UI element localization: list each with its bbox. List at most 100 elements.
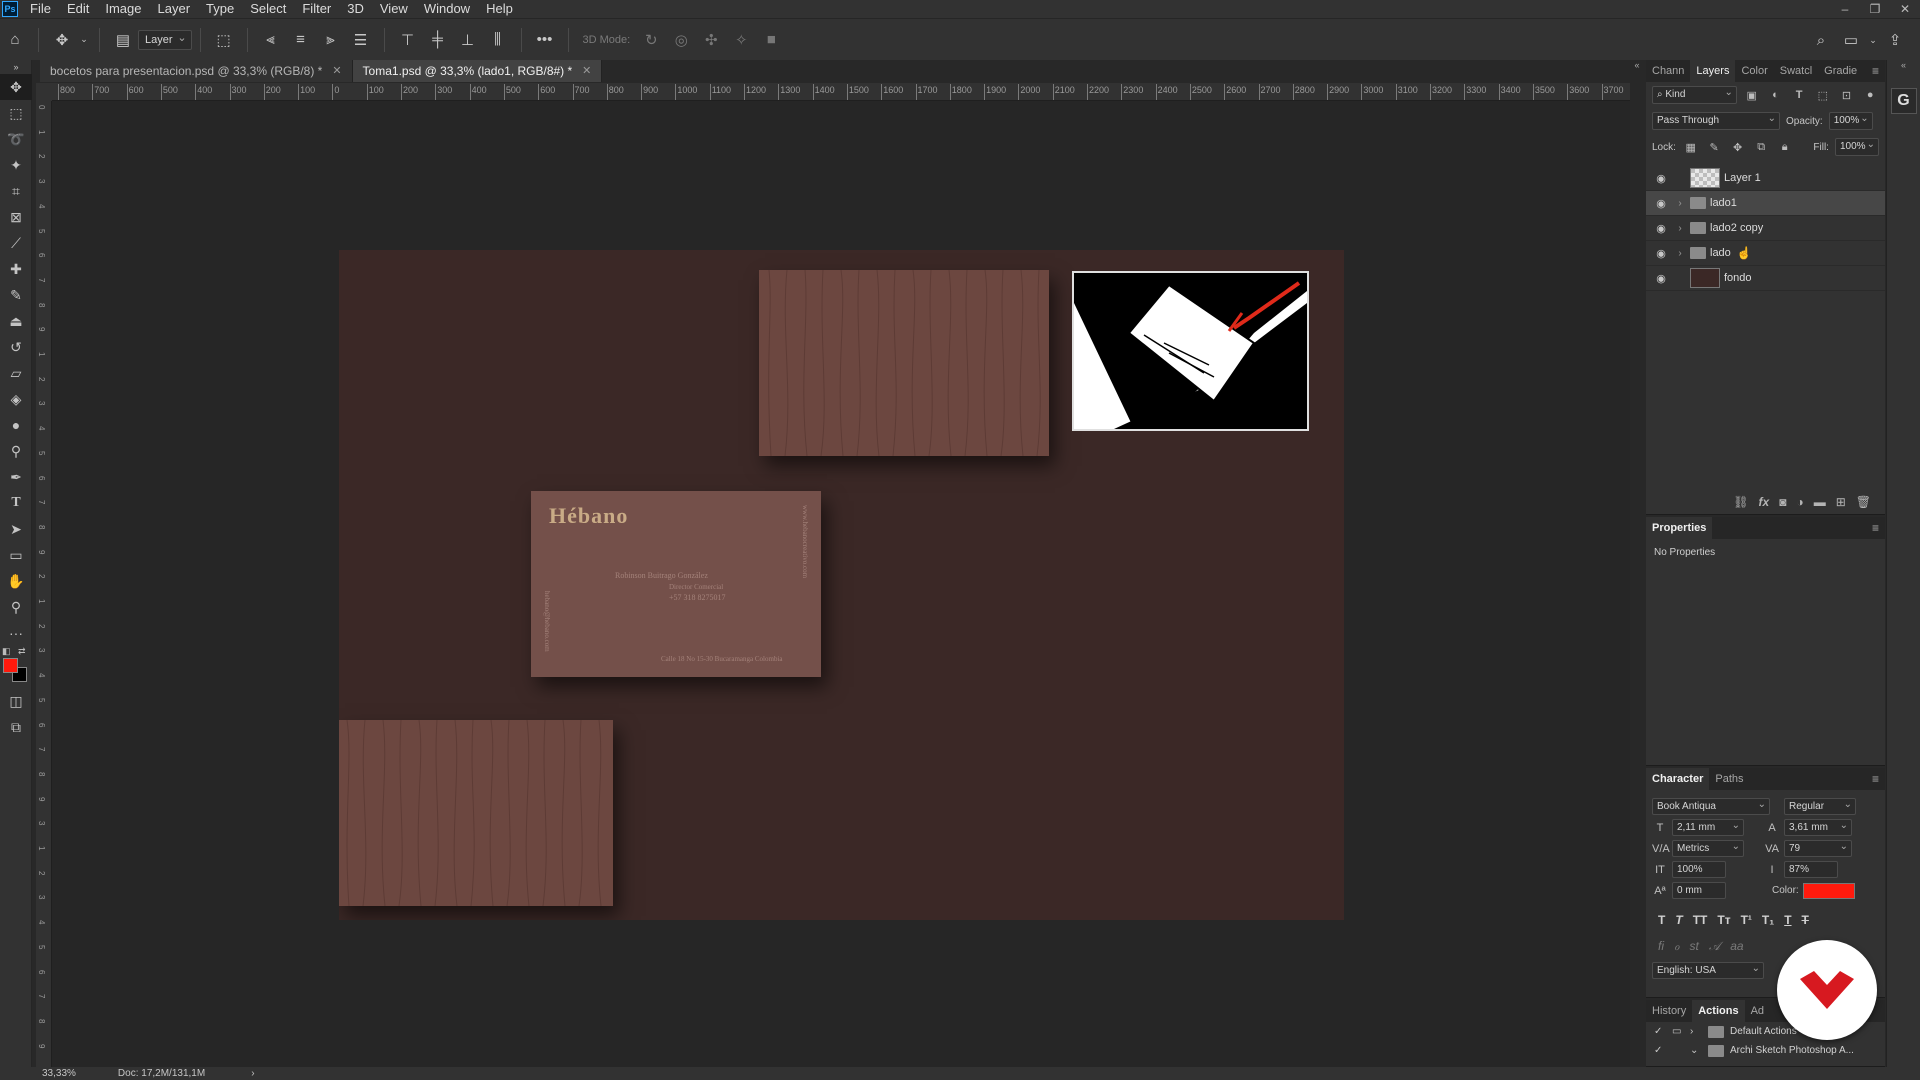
check-icon[interactable]: ✓ bbox=[1654, 1045, 1666, 1056]
3d-camera-icon[interactable]: ■ bbox=[758, 27, 784, 53]
tab-gradients[interactable]: Gradie bbox=[1818, 60, 1863, 82]
collapse-icon[interactable]: « bbox=[1887, 60, 1920, 70]
action-set-row[interactable]: ✓ ⌄ Archi Sketch Photoshop A... bbox=[1646, 1041, 1885, 1060]
tab-properties[interactable]: Properties bbox=[1646, 517, 1713, 539]
baseline-shift-field[interactable]: 0 mm bbox=[1672, 882, 1726, 899]
menu-file[interactable]: File bbox=[22, 0, 59, 18]
layer-row-fondo[interactable]: ◉ fondo bbox=[1646, 266, 1885, 291]
vertical-ruler[interactable]: 0 1 2 3 4 5 6 7 8 9 1 2 3 4 5 6 7 8 9 2 1 2 3 4 5 6 7 8 9 3 1 2 3 4 5 6 7 8 9 bbox=[36, 101, 52, 1067]
crop-tool-icon[interactable]: ⌗ bbox=[0, 178, 32, 204]
foreground-color-swatch[interactable] bbox=[3, 658, 18, 673]
leading-field[interactable]: 3,61 mm bbox=[1784, 818, 1852, 836]
menu-help[interactable]: Help bbox=[478, 0, 521, 18]
chevron-down-icon[interactable]: ⌄ bbox=[79, 27, 89, 53]
history-brush-tool-icon[interactable]: ↺ bbox=[0, 334, 32, 360]
tab-color[interactable]: Color bbox=[1735, 60, 1773, 82]
eyedropper-tool-icon[interactable]: ⟋ bbox=[0, 230, 32, 256]
stamp-tool-icon[interactable]: ⏏ bbox=[0, 308, 32, 334]
new-group-icon[interactable]: ▬ bbox=[1814, 495, 1826, 509]
minimize-icon[interactable]: – bbox=[1830, 0, 1860, 18]
magic-wand-tool-icon[interactable]: ✦ bbox=[0, 152, 32, 178]
menu-view[interactable]: View bbox=[372, 0, 416, 18]
menu-edit[interactable]: Edit bbox=[59, 0, 97, 18]
fx-icon[interactable]: fx bbox=[1759, 495, 1770, 509]
align-middle-icon[interactable]: ╪ bbox=[425, 27, 451, 53]
trash-icon[interactable]: 🗑︎ bbox=[1856, 495, 1871, 509]
underline-icon[interactable]: T bbox=[1784, 913, 1791, 927]
visibility-eye-icon[interactable]: ◉ bbox=[1652, 194, 1670, 212]
close-icon[interactable]: ✕ bbox=[1890, 0, 1920, 18]
panel-menu-icon[interactable]: ≡ bbox=[1872, 60, 1879, 82]
canvas-area[interactable]: Hébano Robinson Buitrago González Direct… bbox=[52, 101, 1630, 1067]
menu-layer[interactable]: Layer bbox=[150, 0, 199, 18]
lock-transparent-icon[interactable]: ▦ bbox=[1682, 138, 1700, 156]
chevron-right-icon[interactable]: › bbox=[1674, 198, 1686, 209]
swap-colors-icon[interactable]: ⇄ bbox=[18, 646, 26, 657]
chevron-right-icon[interactable]: › bbox=[1674, 223, 1686, 234]
align-bottom-icon[interactable]: ⊥ bbox=[455, 27, 481, 53]
screen-mode-icon[interactable]: ⧉ bbox=[0, 714, 32, 740]
close-icon[interactable]: ✕ bbox=[582, 60, 591, 82]
hand-tool-icon[interactable]: ✋ bbox=[0, 568, 32, 594]
new-layer-icon[interactable]: ⊞ bbox=[1836, 495, 1846, 509]
3d-orbit-icon[interactable]: ↻ bbox=[638, 27, 664, 53]
close-icon[interactable]: ✕ bbox=[332, 60, 341, 82]
pen-tool-icon[interactable]: ✒ bbox=[0, 464, 32, 490]
menu-image[interactable]: Image bbox=[97, 0, 149, 18]
visibility-eye-icon[interactable]: ◉ bbox=[1652, 169, 1670, 187]
auto-select-target-select[interactable]: Layer bbox=[138, 29, 192, 50]
add-mask-icon[interactable]: ◙ bbox=[1779, 495, 1786, 509]
layer-row-lado[interactable]: ◉ › lado ☝ bbox=[1646, 241, 1885, 266]
filter-smartobject-icon[interactable]: ⊡ bbox=[1838, 86, 1856, 104]
visibility-eye-icon[interactable]: ◉ bbox=[1652, 219, 1670, 237]
collapse-icon[interactable]: « bbox=[1630, 60, 1644, 70]
frame-tool-icon[interactable]: ⊠ bbox=[0, 204, 32, 230]
chevron-down-icon[interactable]: ⌄ bbox=[1690, 1045, 1702, 1056]
3d-slide-icon[interactable]: ✧ bbox=[728, 27, 754, 53]
superscript-icon[interactable]: T¹ bbox=[1741, 913, 1752, 927]
3d-roll-icon[interactable]: ◎ bbox=[668, 27, 694, 53]
panel-menu-icon[interactable]: ≡ bbox=[1872, 768, 1879, 790]
ligatures-icon[interactable]: fi bbox=[1658, 939, 1664, 954]
menu-3d[interactable]: 3D bbox=[339, 0, 372, 18]
lasso-tool-icon[interactable]: ➰ bbox=[0, 126, 32, 152]
document-canvas[interactable]: Hébano Robinson Buitrago González Direct… bbox=[339, 250, 1344, 920]
layer-row-lado2-copy[interactable]: ◉ › lado2 copy bbox=[1646, 216, 1885, 241]
menu-select[interactable]: Select bbox=[242, 0, 294, 18]
glyphs-panel-icon[interactable]: G bbox=[1890, 88, 1917, 114]
shape-tool-icon[interactable]: ▭ bbox=[0, 542, 32, 568]
transform-controls-icon[interactable]: ⬚ bbox=[211, 27, 237, 53]
layer-row-lado1[interactable]: ◉ › lado1 bbox=[1646, 191, 1885, 216]
blend-mode-select[interactable]: Pass Through bbox=[1652, 111, 1780, 130]
titling-icon[interactable]: aa bbox=[1730, 939, 1743, 954]
kind-filter-select[interactable]: ⌕ Kind bbox=[1652, 85, 1737, 104]
filter-adjustment-icon[interactable]: ◐ bbox=[1767, 86, 1785, 104]
blur-tool-icon[interactable]: ● bbox=[0, 412, 32, 438]
restore-icon[interactable]: ❐ bbox=[1860, 0, 1890, 18]
contextual-icon[interactable]: st bbox=[1690, 939, 1699, 954]
distribute-vertical-icon[interactable]: ⫼ bbox=[485, 27, 511, 53]
marquee-tool-icon[interactable]: ⬚ bbox=[0, 100, 32, 126]
filter-toggle-icon[interactable]: ● bbox=[1861, 86, 1879, 104]
subscript-icon[interactable]: T₁ bbox=[1762, 913, 1774, 927]
faux-bold-icon[interactable]: T bbox=[1658, 913, 1665, 927]
zoom-level[interactable]: 33,33% bbox=[42, 1068, 76, 1079]
menu-type[interactable]: Type bbox=[198, 0, 242, 18]
font-size-field[interactable]: 2,11 mm bbox=[1672, 818, 1744, 836]
layer-row-layer1[interactable]: ◉ Layer 1 bbox=[1646, 166, 1885, 191]
search-icon[interactable]: ⌕ bbox=[1808, 27, 1834, 53]
doc-tab-bocetos[interactable]: bocetos para presentacion.psd @ 33,3% (R… bbox=[40, 60, 353, 82]
eraser-tool-icon[interactable]: ▱ bbox=[0, 360, 32, 386]
doc-tab-toma1[interactable]: Toma1.psd @ 33,3% (lado1, RGB/8#) * ✕ bbox=[352, 60, 603, 82]
workspace-icon[interactable]: ▭ bbox=[1838, 27, 1864, 53]
paint-bucket-tool-icon[interactable]: ◈ bbox=[0, 386, 32, 412]
default-colors-icon[interactable]: ◧ bbox=[2, 646, 11, 657]
share-icon[interactable]: ⇪ bbox=[1882, 27, 1908, 53]
font-style-select[interactable]: Regular bbox=[1784, 797, 1856, 815]
small-caps-icon[interactable]: Tт bbox=[1717, 913, 1730, 927]
zoom-tool-icon[interactable]: ⚲ bbox=[0, 594, 32, 620]
move-tool-icon[interactable]: ✥ bbox=[49, 27, 75, 53]
tab-channels[interactable]: Chann bbox=[1646, 60, 1690, 82]
align-right-icon[interactable]: ⫸ bbox=[318, 27, 344, 53]
move-tool-icon[interactable]: ✥ bbox=[0, 74, 32, 100]
